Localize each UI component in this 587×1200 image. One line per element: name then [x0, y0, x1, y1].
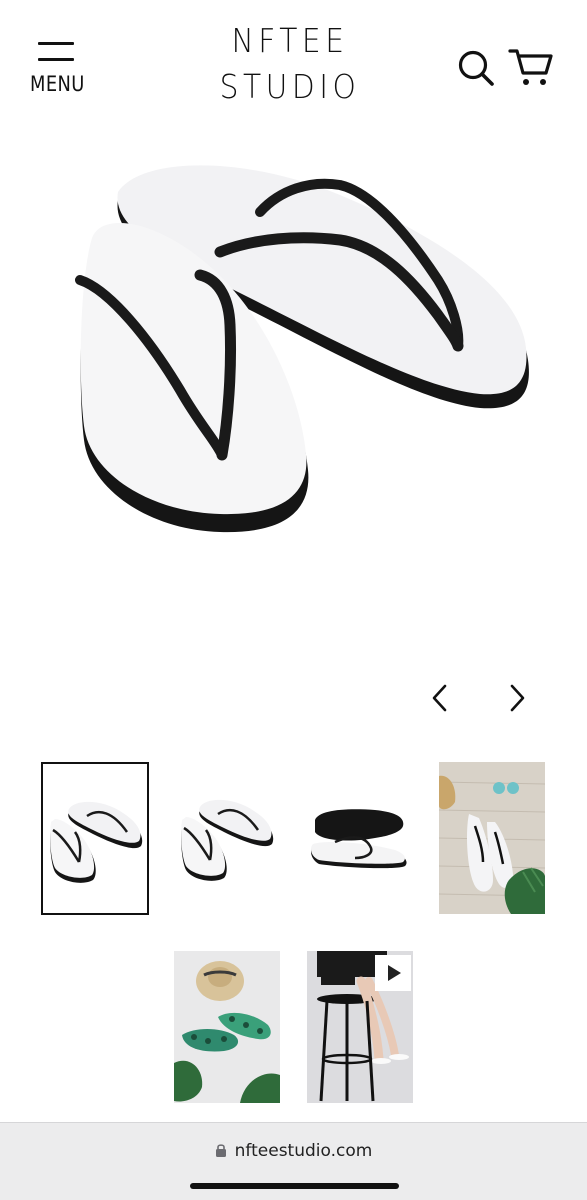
- thumbnail-5[interactable]: [174, 951, 280, 1103]
- site-header: MENU NFTEE STUDIO: [0, 0, 587, 130]
- chevron-right-icon[interactable]: [503, 682, 531, 714]
- thumbnail-3[interactable]: [305, 762, 411, 914]
- menu-label: MENU: [30, 72, 85, 96]
- thumbnail-4[interactable]: [439, 762, 545, 914]
- thumbnail-1[interactable]: [41, 762, 149, 915]
- menu-button[interactable]: MENU: [28, 38, 88, 100]
- url-text: nfteestudio.com: [234, 1141, 373, 1161]
- product-main-image[interactable]: [40, 140, 560, 560]
- play-icon[interactable]: [375, 955, 411, 991]
- thumbnail-6[interactable]: [307, 951, 413, 1103]
- url-display[interactable]: nfteestudio.com: [0, 1141, 587, 1161]
- thumbnail-2[interactable]: [172, 762, 278, 914]
- cart-icon[interactable]: [508, 46, 554, 90]
- hamburger-icon: [38, 42, 74, 62]
- search-icon[interactable]: [456, 48, 496, 88]
- brand-line-1: NFTEE: [231, 21, 349, 60]
- chevron-left-icon[interactable]: [426, 682, 454, 714]
- home-indicator: [190, 1183, 399, 1189]
- brand-logo[interactable]: NFTEE STUDIO: [190, 18, 390, 110]
- lock-icon: [215, 1144, 226, 1157]
- browser-address-bar[interactable]: nfteestudio.com: [0, 1122, 587, 1200]
- brand-line-2: STUDIO: [219, 67, 361, 106]
